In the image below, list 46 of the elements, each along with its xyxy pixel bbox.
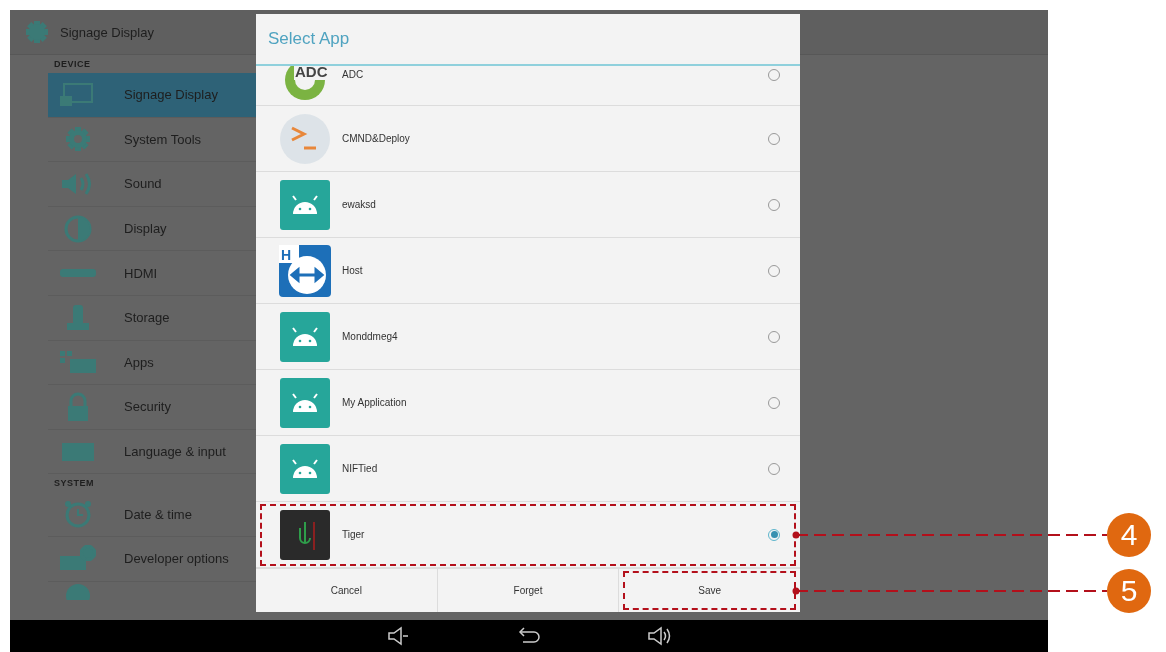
item-label: Developer options (123, 551, 229, 567)
android-robot-icon (278, 309, 332, 364)
app-row[interactable]: CMND&Deploy (256, 106, 800, 172)
keyboard-icon (62, 442, 94, 461)
section-heading: SYSTEM (53, 477, 95, 491)
hdmi-port-icon (60, 269, 96, 278)
item-label: Signage Display (123, 87, 218, 103)
app-name: ewaksd (341, 199, 377, 210)
app-name: CMND&Deploy (341, 133, 411, 144)
apps-icon (60, 351, 96, 374)
item-label: Language & input (123, 444, 226, 460)
app-row[interactable]: ADC ADC (256, 66, 800, 106)
app-name: Tiger (341, 529, 366, 540)
app-row[interactable]: Monddmeg4 (256, 304, 800, 370)
item-label: Apps (123, 354, 154, 370)
item-label: Security (123, 399, 171, 415)
android-robot-icon (278, 375, 332, 430)
app-name: Host (341, 265, 364, 276)
item-label: Sound (123, 176, 162, 192)
dialog-title: Select App (256, 14, 800, 66)
dark-app-icon (278, 507, 332, 562)
app-row[interactable]: ewaksd (256, 172, 800, 238)
item-label: Storage (123, 310, 170, 326)
callout-number: 5 (1107, 568, 1151, 613)
section-heading: DEVICE (53, 58, 92, 71)
callout-number: 4 (1107, 513, 1151, 557)
item-label: Date & time (123, 506, 192, 522)
app-name: My Application (341, 397, 408, 408)
item-label: Display (123, 221, 167, 237)
app-name: NIFTied (341, 463, 379, 474)
volume-up-icon (646, 626, 672, 646)
android-robot-icon (278, 177, 332, 232)
item-label: System Tools (123, 131, 202, 147)
app-row[interactable]: H Host (256, 238, 800, 304)
volume-down-icon (386, 626, 410, 646)
app-row[interactable]: NIFTied (256, 436, 800, 502)
app-name: ADC (341, 69, 365, 80)
android-robot-icon (278, 441, 332, 496)
app-name: Monddmeg4 (341, 331, 399, 342)
app-title: Signage Display (60, 24, 154, 40)
storage-icon (67, 305, 89, 331)
terminal-icon (278, 111, 332, 166)
app-row[interactable]: Tiger (256, 502, 800, 568)
app-row[interactable]: My Application (256, 370, 800, 436)
gear-icon (24, 19, 50, 45)
item-label: HDMI (123, 265, 158, 281)
